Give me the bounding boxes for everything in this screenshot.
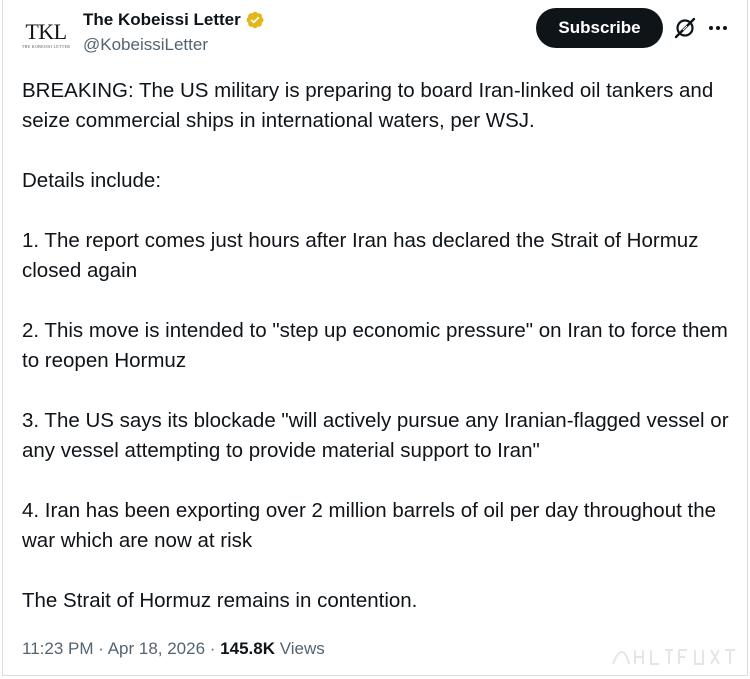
views-label: Views (274, 639, 325, 658)
grok-icon[interactable] (673, 16, 697, 40)
post-paragraph: 3. The US says its blockade "will active… (22, 409, 729, 462)
post-paragraph: Details include: (22, 169, 162, 192)
post-time[interactable]: 11:23 PM (22, 639, 94, 658)
post-paragraph: 1. The report comes just hours after Ira… (22, 229, 699, 282)
more-dot-icon (709, 26, 713, 30)
post-header: TKL THE KOBEISSI LETTER The Kobeissi Let… (3, 0, 747, 70)
subscribe-button[interactable]: Subscribe (536, 8, 663, 48)
author-names: The Kobeissi Letter @KobeissiLetter (83, 9, 265, 56)
views-count: 145.8K (220, 639, 275, 658)
more-options-icon[interactable] (707, 16, 729, 40)
avatar[interactable]: TKL THE KOBEISSI LETTER (21, 10, 71, 60)
avatar-subtitle: THE KOBEISSI LETTER (21, 44, 71, 49)
post-date[interactable]: Apr 18, 2026 (108, 639, 205, 658)
post-paragraph: BREAKING: The US military is preparing t… (22, 79, 714, 132)
post-paragraph: 4. Iran has been exporting over 2 millio… (22, 499, 716, 552)
post-meta: 11:23 PM · Apr 18, 2026 · 145.8K Views (22, 637, 325, 661)
verified-badge-icon (246, 11, 264, 29)
post-card: TKL THE KOBEISSI LETTER The Kobeissi Let… (2, 0, 748, 676)
avatar-monogram: TKL (25, 19, 67, 44)
post-paragraph: The Strait of Hormuz remains in contenti… (22, 589, 418, 612)
more-dot-icon (723, 26, 727, 30)
watermark-icon (612, 649, 735, 665)
post-paragraph: 2. This move is intended to "step up eco… (22, 319, 728, 372)
meta-separator: · (205, 639, 221, 658)
more-dot-icon (716, 26, 720, 30)
author-handle[interactable]: @KobeissiLetter (83, 34, 265, 56)
author-display-name-row[interactable]: The Kobeissi Letter (83, 9, 265, 31)
author-display-name[interactable]: The Kobeissi Letter (83, 9, 241, 31)
post-text: BREAKING: The US military is preparing t… (22, 76, 737, 646)
meta-separator: · (93, 639, 108, 658)
